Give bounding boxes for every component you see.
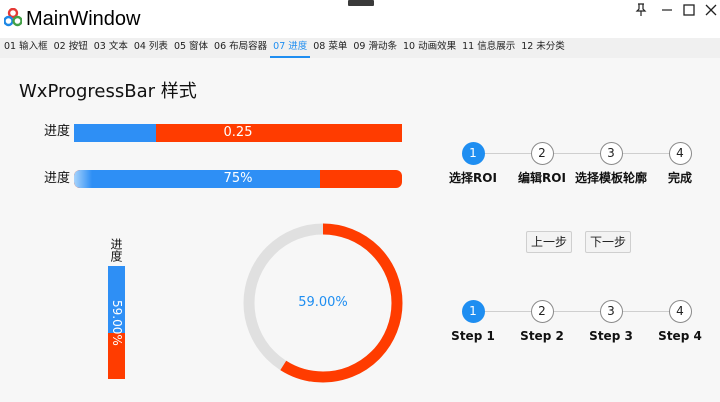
vertical-progress-bar: 59.00%	[108, 266, 125, 379]
step-en-2[interactable]: 2 Step 2	[502, 300, 582, 344]
step-en-1[interactable]: 1 Step 1	[433, 300, 513, 344]
tab-progress[interactable]: 07 进度	[270, 38, 311, 58]
step-cn-4[interactable]: 4 完成	[640, 142, 720, 186]
pin-icon[interactable]	[630, 0, 652, 20]
tab-window[interactable]: 05 窗体	[171, 38, 211, 58]
progress-bar-1: 0.25	[74, 124, 402, 142]
vertical-progress-label: 进度	[109, 238, 123, 262]
step-number: 1	[461, 142, 485, 165]
step-label: Step 4	[658, 329, 702, 343]
step-label: Step 3	[589, 329, 633, 343]
step-label: Step 1	[451, 329, 495, 343]
tab-input[interactable]: 01 输入框	[1, 38, 51, 58]
step-number: 3	[599, 142, 623, 165]
step-number: 1	[461, 300, 485, 323]
ring-progress-text: 59.00%	[298, 295, 348, 310]
tab-layout[interactable]: 06 布局容器	[211, 38, 270, 58]
step-number: 3	[599, 300, 623, 323]
tab-content-progress: WxProgressBar 样式 进度 0.25 进度 75% 进度 59.00…	[0, 58, 720, 402]
step-cn-2[interactable]: 2 编辑ROI	[502, 142, 582, 186]
step-en-4[interactable]: 4 Step 4	[640, 300, 720, 344]
tab-menu[interactable]: 08 菜单	[310, 38, 350, 58]
step-number: 4	[668, 142, 692, 165]
tab-text[interactable]: 03 文本	[91, 38, 131, 58]
step-label: 选择模板轮廓	[574, 171, 647, 185]
step-number: 4	[668, 300, 692, 323]
step-cn-3[interactable]: 3 选择模板轮廓	[571, 142, 651, 186]
minimize-icon[interactable]	[656, 0, 678, 20]
progress-bar-1-text: 0.25	[223, 125, 253, 140]
previous-step-button[interactable]: 上一步	[526, 231, 573, 253]
drag-handle[interactable]	[348, 0, 374, 6]
window-title: MainWindow	[26, 8, 141, 30]
close-icon[interactable]	[700, 0, 720, 20]
next-step-button[interactable]: 下一步	[585, 231, 632, 253]
progress-bar-2-text: 75%	[223, 171, 253, 186]
vertical-progress-text: 59.00%	[110, 299, 124, 346]
step-number: 2	[530, 142, 554, 165]
tab-list[interactable]: 04 列表	[131, 38, 171, 58]
tab-slider[interactable]: 09 滑动条	[350, 38, 400, 58]
step-label: Step 2	[520, 329, 564, 343]
step-label: 完成	[667, 171, 692, 185]
step-label: 编辑ROI	[518, 171, 566, 185]
tab-bar: 01 输入框 02 按钮 03 文本 04 列表 05 窗体 06 布局容器 0…	[0, 38, 720, 58]
progress-bar-2: 75%	[74, 170, 402, 188]
progress-label-1: 进度	[44, 124, 71, 139]
app-logo-icon	[4, 8, 22, 27]
progress-label-2: 进度	[44, 171, 71, 186]
step-en-3[interactable]: 3 Step 3	[571, 300, 651, 344]
tab-uncategorized[interactable]: 12 未分类	[518, 38, 568, 58]
page-title: WxProgressBar 样式	[19, 81, 197, 102]
tab-button[interactable]: 02 按钮	[51, 38, 91, 58]
step-number: 2	[530, 300, 554, 323]
tab-info[interactable]: 11 信息展示	[459, 38, 518, 58]
tab-animation[interactable]: 10 动画效果	[400, 38, 459, 58]
maximize-icon[interactable]	[678, 0, 700, 20]
step-cn-1[interactable]: 1 选择ROI	[433, 142, 513, 186]
title-bar: MainWindow	[0, 0, 720, 38]
step-label: 选择ROI	[449, 171, 497, 185]
